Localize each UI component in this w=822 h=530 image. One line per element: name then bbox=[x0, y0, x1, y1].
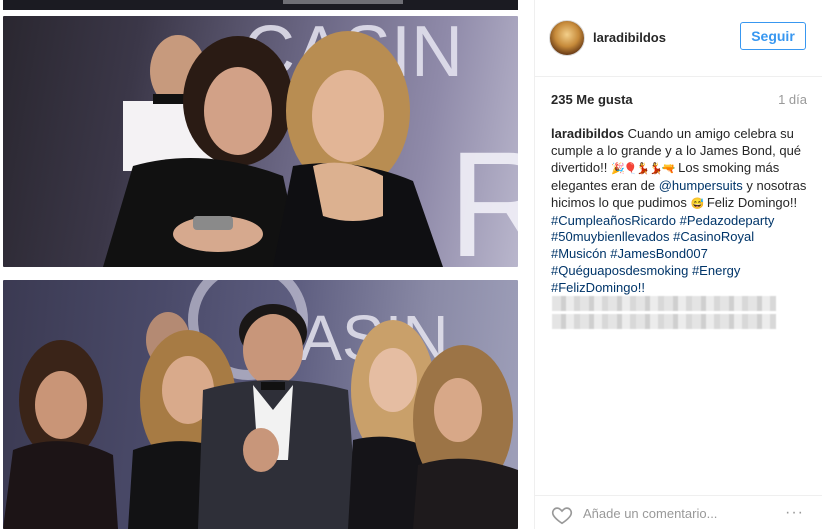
previous-photo-text bbox=[283, 0, 403, 4]
hashtag-link[interactable]: #Quéguaposdesmoking bbox=[551, 263, 688, 278]
hashtag-link[interactable]: #Energy bbox=[692, 263, 740, 278]
hashtag-link[interactable]: #Musicón bbox=[551, 246, 607, 261]
comment-input[interactable]: Añade un comentario... bbox=[583, 506, 717, 521]
post-stats: 235 Me gusta 1 día bbox=[551, 92, 807, 110]
photo-bottom-scene: CASIN bbox=[3, 280, 518, 529]
caption-emoji-2: 😅 bbox=[690, 197, 704, 210]
photo-top-scene: CASIN R bbox=[103, 16, 518, 267]
post-header: laradibildos Seguir bbox=[535, 0, 822, 77]
post-media: CASIN R CASIN bbox=[0, 0, 533, 529]
caption-emojis: 🎉🎈💃💃🔫 bbox=[611, 162, 675, 175]
hashtag-link[interactable]: #CasinoRoyal bbox=[673, 229, 754, 244]
heart-icon[interactable] bbox=[551, 504, 573, 526]
post-sidebar: laradibildos Seguir 235 Me gusta 1 día l… bbox=[534, 0, 822, 529]
hashtag-link[interactable]: #JamesBond007 bbox=[610, 246, 708, 261]
caption-text-4: Feliz Domingo!! bbox=[706, 194, 798, 210]
post-photo-bottom[interactable]: CASIN bbox=[3, 280, 518, 529]
more-options-icon[interactable]: ··· bbox=[785, 504, 804, 522]
hashtag-link[interactable]: #CumpleañosRicardo bbox=[551, 213, 676, 228]
post-caption: laradibildos Cuando un amigo celebra su … bbox=[551, 126, 809, 297]
blurred-comment bbox=[552, 296, 776, 311]
follow-button[interactable]: Seguir bbox=[740, 22, 806, 50]
previous-photo-strip bbox=[3, 0, 518, 10]
post-time[interactable]: 1 día bbox=[778, 92, 807, 107]
caption-username[interactable]: laradibildos bbox=[551, 126, 624, 141]
svg-text:R: R bbox=[448, 120, 518, 267]
post-photo-top[interactable]: CASIN R bbox=[3, 16, 518, 267]
comment-bar: Añade un comentario... ··· bbox=[535, 495, 822, 530]
hashtag-link[interactable]: #50muybienllevados bbox=[551, 229, 670, 244]
hashtag-link[interactable]: #FelizDomingo!! bbox=[551, 280, 645, 295]
mention-link[interactable]: @humpersuits bbox=[659, 178, 743, 193]
hashtag-link[interactable]: #Pedazodeparty bbox=[680, 213, 775, 228]
avatar[interactable] bbox=[549, 20, 585, 56]
blurred-comment bbox=[552, 314, 776, 329]
likes-count[interactable]: 235 Me gusta bbox=[551, 92, 633, 107]
username-link[interactable]: laradibildos bbox=[593, 30, 666, 45]
